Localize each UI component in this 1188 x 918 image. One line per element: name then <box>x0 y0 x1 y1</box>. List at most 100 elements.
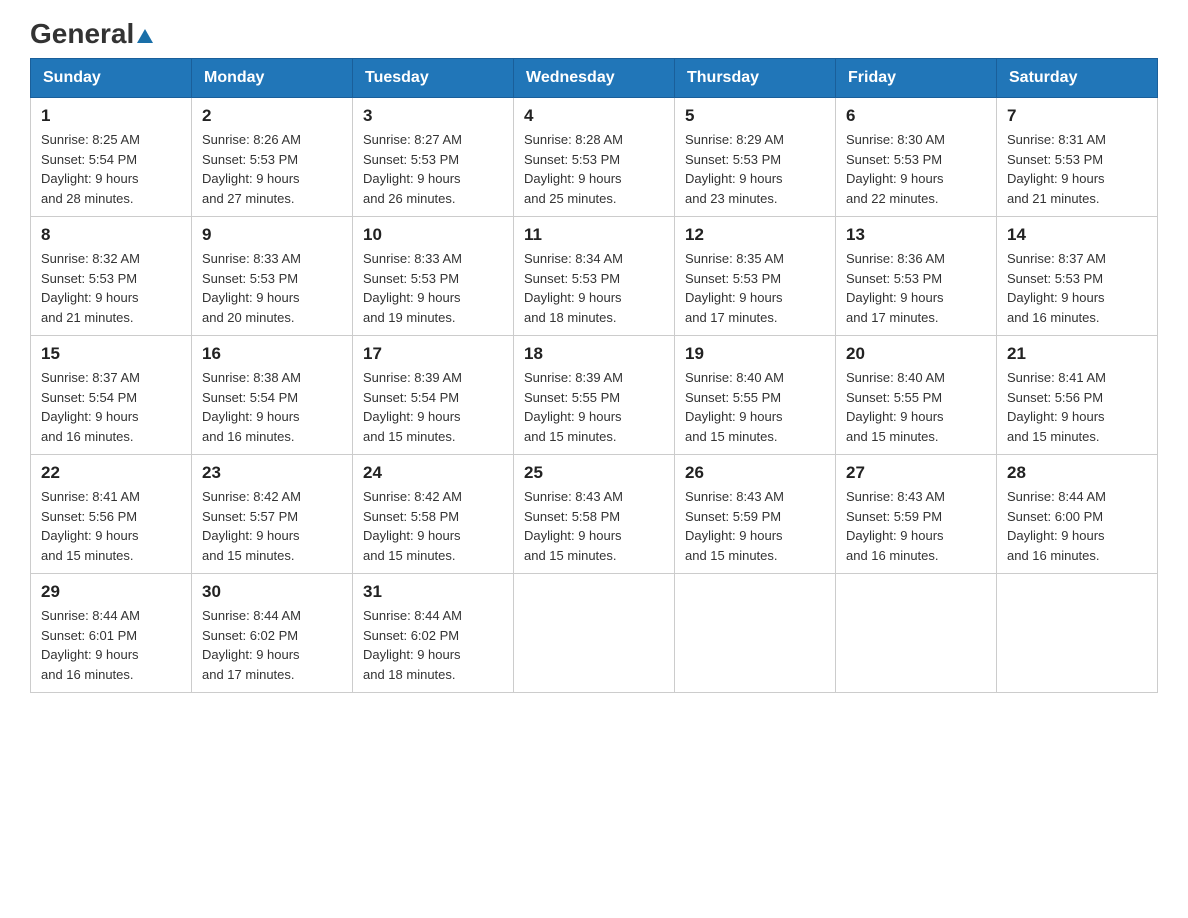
day-info: Sunrise: 8:39 AM Sunset: 5:55 PM Dayligh… <box>524 368 664 446</box>
calendar-cell: 30 Sunrise: 8:44 AM Sunset: 6:02 PM Dayl… <box>192 574 353 693</box>
day-number: 28 <box>1007 463 1147 483</box>
day-of-week-header: Sunday <box>31 59 192 98</box>
day-info: Sunrise: 8:31 AM Sunset: 5:53 PM Dayligh… <box>1007 130 1147 208</box>
day-number: 5 <box>685 106 825 126</box>
day-info: Sunrise: 8:37 AM Sunset: 5:53 PM Dayligh… <box>1007 249 1147 327</box>
day-number: 25 <box>524 463 664 483</box>
day-number: 1 <box>41 106 181 126</box>
day-info: Sunrise: 8:30 AM Sunset: 5:53 PM Dayligh… <box>846 130 986 208</box>
day-info: Sunrise: 8:41 AM Sunset: 5:56 PM Dayligh… <box>41 487 181 565</box>
day-number: 17 <box>363 344 503 364</box>
day-info: Sunrise: 8:43 AM Sunset: 5:59 PM Dayligh… <box>685 487 825 565</box>
calendar-week-row: 15 Sunrise: 8:37 AM Sunset: 5:54 PM Dayl… <box>31 336 1158 455</box>
calendar-week-row: 29 Sunrise: 8:44 AM Sunset: 6:01 PM Dayl… <box>31 574 1158 693</box>
calendar-cell: 22 Sunrise: 8:41 AM Sunset: 5:56 PM Dayl… <box>31 455 192 574</box>
calendar-cell: 29 Sunrise: 8:44 AM Sunset: 6:01 PM Dayl… <box>31 574 192 693</box>
calendar-cell: 11 Sunrise: 8:34 AM Sunset: 5:53 PM Dayl… <box>514 217 675 336</box>
calendar-cell: 21 Sunrise: 8:41 AM Sunset: 5:56 PM Dayl… <box>997 336 1158 455</box>
calendar-cell: 23 Sunrise: 8:42 AM Sunset: 5:57 PM Dayl… <box>192 455 353 574</box>
day-info: Sunrise: 8:42 AM Sunset: 5:58 PM Dayligh… <box>363 487 503 565</box>
day-number: 27 <box>846 463 986 483</box>
day-of-week-header: Friday <box>836 59 997 98</box>
calendar-cell: 5 Sunrise: 8:29 AM Sunset: 5:53 PM Dayli… <box>675 98 836 217</box>
day-number: 15 <box>41 344 181 364</box>
day-of-week-header: Monday <box>192 59 353 98</box>
calendar-cell: 12 Sunrise: 8:35 AM Sunset: 5:53 PM Dayl… <box>675 217 836 336</box>
calendar-cell: 15 Sunrise: 8:37 AM Sunset: 5:54 PM Dayl… <box>31 336 192 455</box>
day-info: Sunrise: 8:28 AM Sunset: 5:53 PM Dayligh… <box>524 130 664 208</box>
calendar-cell: 14 Sunrise: 8:37 AM Sunset: 5:53 PM Dayl… <box>997 217 1158 336</box>
calendar-week-row: 8 Sunrise: 8:32 AM Sunset: 5:53 PM Dayli… <box>31 217 1158 336</box>
calendar-cell: 25 Sunrise: 8:43 AM Sunset: 5:58 PM Dayl… <box>514 455 675 574</box>
page-header: General <box>30 20 1158 48</box>
day-of-week-header: Saturday <box>997 59 1158 98</box>
calendar-week-row: 1 Sunrise: 8:25 AM Sunset: 5:54 PM Dayli… <box>31 98 1158 217</box>
day-info: Sunrise: 8:40 AM Sunset: 5:55 PM Dayligh… <box>685 368 825 446</box>
day-of-week-header: Tuesday <box>353 59 514 98</box>
calendar-cell: 4 Sunrise: 8:28 AM Sunset: 5:53 PM Dayli… <box>514 98 675 217</box>
calendar-cell: 3 Sunrise: 8:27 AM Sunset: 5:53 PM Dayli… <box>353 98 514 217</box>
day-number: 22 <box>41 463 181 483</box>
day-number: 19 <box>685 344 825 364</box>
day-info: Sunrise: 8:39 AM Sunset: 5:54 PM Dayligh… <box>363 368 503 446</box>
calendar-cell: 6 Sunrise: 8:30 AM Sunset: 5:53 PM Dayli… <box>836 98 997 217</box>
day-number: 8 <box>41 225 181 245</box>
day-info: Sunrise: 8:44 AM Sunset: 6:02 PM Dayligh… <box>202 606 342 684</box>
logo-general-text: General <box>30 20 153 48</box>
day-info: Sunrise: 8:32 AM Sunset: 5:53 PM Dayligh… <box>41 249 181 327</box>
calendar-cell: 19 Sunrise: 8:40 AM Sunset: 5:55 PM Dayl… <box>675 336 836 455</box>
day-info: Sunrise: 8:44 AM Sunset: 6:00 PM Dayligh… <box>1007 487 1147 565</box>
day-info: Sunrise: 8:42 AM Sunset: 5:57 PM Dayligh… <box>202 487 342 565</box>
day-number: 31 <box>363 582 503 602</box>
calendar-table: SundayMondayTuesdayWednesdayThursdayFrid… <box>30 58 1158 693</box>
logo: General <box>30 20 153 48</box>
day-number: 4 <box>524 106 664 126</box>
day-info: Sunrise: 8:37 AM Sunset: 5:54 PM Dayligh… <box>41 368 181 446</box>
day-info: Sunrise: 8:44 AM Sunset: 6:02 PM Dayligh… <box>363 606 503 684</box>
calendar-cell <box>675 574 836 693</box>
day-info: Sunrise: 8:34 AM Sunset: 5:53 PM Dayligh… <box>524 249 664 327</box>
day-number: 29 <box>41 582 181 602</box>
day-info: Sunrise: 8:33 AM Sunset: 5:53 PM Dayligh… <box>363 249 503 327</box>
calendar-cell: 24 Sunrise: 8:42 AM Sunset: 5:58 PM Dayl… <box>353 455 514 574</box>
calendar-cell: 27 Sunrise: 8:43 AM Sunset: 5:59 PM Dayl… <box>836 455 997 574</box>
day-info: Sunrise: 8:43 AM Sunset: 5:58 PM Dayligh… <box>524 487 664 565</box>
day-number: 30 <box>202 582 342 602</box>
calendar-cell: 17 Sunrise: 8:39 AM Sunset: 5:54 PM Dayl… <box>353 336 514 455</box>
day-number: 3 <box>363 106 503 126</box>
day-info: Sunrise: 8:29 AM Sunset: 5:53 PM Dayligh… <box>685 130 825 208</box>
calendar-cell: 31 Sunrise: 8:44 AM Sunset: 6:02 PM Dayl… <box>353 574 514 693</box>
day-info: Sunrise: 8:35 AM Sunset: 5:53 PM Dayligh… <box>685 249 825 327</box>
day-info: Sunrise: 8:33 AM Sunset: 5:53 PM Dayligh… <box>202 249 342 327</box>
day-number: 20 <box>846 344 986 364</box>
calendar-cell <box>836 574 997 693</box>
calendar-cell: 8 Sunrise: 8:32 AM Sunset: 5:53 PM Dayli… <box>31 217 192 336</box>
day-number: 23 <box>202 463 342 483</box>
day-info: Sunrise: 8:44 AM Sunset: 6:01 PM Dayligh… <box>41 606 181 684</box>
calendar-week-row: 22 Sunrise: 8:41 AM Sunset: 5:56 PM Dayl… <box>31 455 1158 574</box>
day-number: 9 <box>202 225 342 245</box>
day-info: Sunrise: 8:36 AM Sunset: 5:53 PM Dayligh… <box>846 249 986 327</box>
calendar-cell: 10 Sunrise: 8:33 AM Sunset: 5:53 PM Dayl… <box>353 217 514 336</box>
calendar-cell: 13 Sunrise: 8:36 AM Sunset: 5:53 PM Dayl… <box>836 217 997 336</box>
day-number: 26 <box>685 463 825 483</box>
calendar-header-row: SundayMondayTuesdayWednesdayThursdayFrid… <box>31 59 1158 98</box>
day-number: 2 <box>202 106 342 126</box>
day-info: Sunrise: 8:41 AM Sunset: 5:56 PM Dayligh… <box>1007 368 1147 446</box>
calendar-cell: 28 Sunrise: 8:44 AM Sunset: 6:00 PM Dayl… <box>997 455 1158 574</box>
day-number: 12 <box>685 225 825 245</box>
day-info: Sunrise: 8:40 AM Sunset: 5:55 PM Dayligh… <box>846 368 986 446</box>
day-info: Sunrise: 8:43 AM Sunset: 5:59 PM Dayligh… <box>846 487 986 565</box>
day-number: 7 <box>1007 106 1147 126</box>
calendar-cell: 7 Sunrise: 8:31 AM Sunset: 5:53 PM Dayli… <box>997 98 1158 217</box>
calendar-cell: 26 Sunrise: 8:43 AM Sunset: 5:59 PM Dayl… <box>675 455 836 574</box>
day-number: 21 <box>1007 344 1147 364</box>
calendar-cell: 9 Sunrise: 8:33 AM Sunset: 5:53 PM Dayli… <box>192 217 353 336</box>
calendar-cell: 20 Sunrise: 8:40 AM Sunset: 5:55 PM Dayl… <box>836 336 997 455</box>
calendar-cell: 18 Sunrise: 8:39 AM Sunset: 5:55 PM Dayl… <box>514 336 675 455</box>
day-number: 14 <box>1007 225 1147 245</box>
day-number: 6 <box>846 106 986 126</box>
calendar-cell: 1 Sunrise: 8:25 AM Sunset: 5:54 PM Dayli… <box>31 98 192 217</box>
day-number: 16 <box>202 344 342 364</box>
day-info: Sunrise: 8:25 AM Sunset: 5:54 PM Dayligh… <box>41 130 181 208</box>
